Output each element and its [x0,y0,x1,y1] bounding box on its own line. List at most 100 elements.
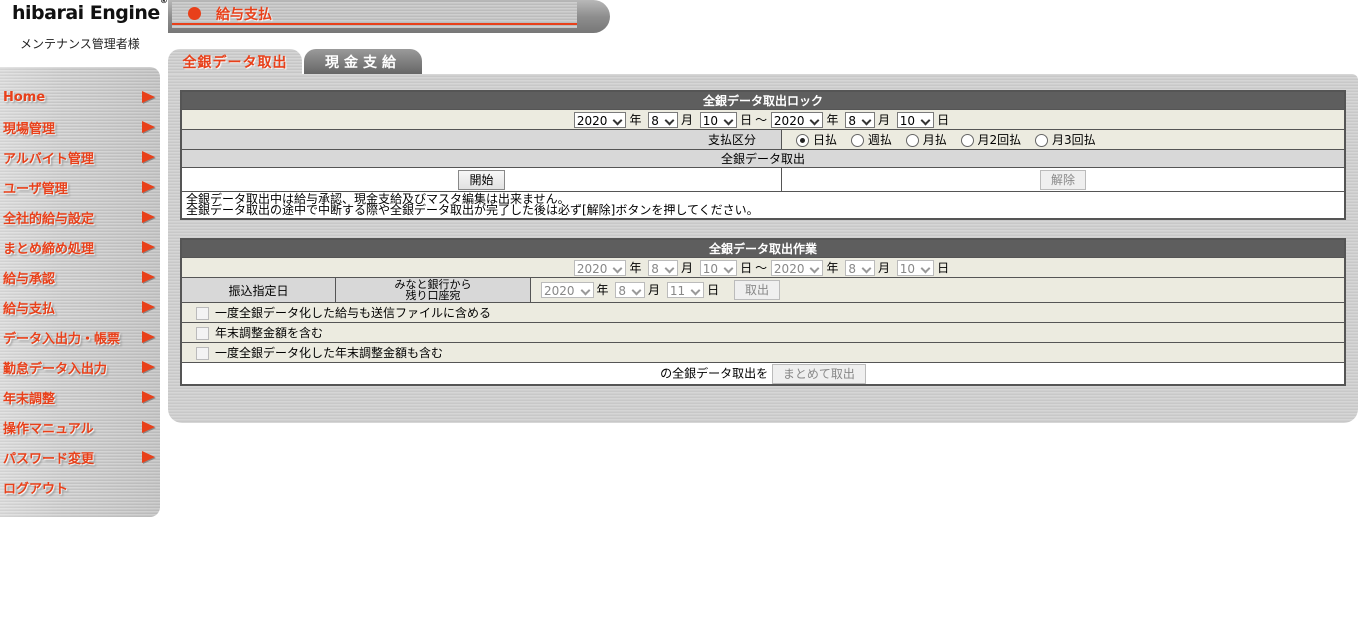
work-to-day-select[interactable]: 10 [896,260,935,277]
logo-text: hibarai [12,2,90,24]
sidebar-item-label: まとめ締め処理 [3,241,95,257]
arrow-right-icon [142,391,155,403]
tab-zengin-export[interactable]: 全銀データ取出 [168,49,302,74]
lock-to-day-select[interactable]: 10 [896,112,935,129]
lock-from-day-select[interactable]: 10 [699,112,738,129]
checkbox-label: 一度全銀データ化した給与も送信ファイルに含める [215,306,492,320]
sidebar-item-label: 給与承認 [3,271,56,287]
sidebar-item-users[interactable]: ユーザ管理 [3,176,158,198]
logo-e: E [89,2,103,24]
sidebar-item-label: パスワード変更 [3,451,95,467]
sidebar-item-home[interactable]: Home [3,86,158,108]
arrow-right-icon [142,151,155,163]
sidebar-item-password[interactable]: パスワード変更 [3,446,158,468]
unit-month: 月 [877,260,890,275]
radio-label: 月2回払 [977,133,1022,147]
radio-weekly[interactable] [850,134,864,147]
arrow-right-icon [142,181,155,193]
sidebar-item-attendance[interactable]: 勤怠データ入出力 [3,356,158,378]
tilde: ～ [755,112,768,127]
remain-day-select[interactable]: 11 [666,282,705,298]
lock-to-month-select[interactable]: 8 [845,112,875,129]
work-to-year-select[interactable]: 2020 [770,260,824,277]
work-to-month-select[interactable]: 8 [845,260,875,277]
remain-year-select[interactable]: 2020 [541,282,594,298]
unit-month: 月 [680,260,693,275]
bulk-row: の全銀データ取出を まとめて取出 [180,362,1346,386]
remain-month-select[interactable]: 8 [615,282,646,298]
payment-type-options: 日払 週払 月払 月2回払 月3回払 [781,129,1346,150]
radio-label: 週払 [867,133,892,147]
sidebar-item-label: ユーザ管理 [3,181,68,197]
sidebar-item-data-io[interactable]: データ入出力・帳票 [3,326,158,348]
radio-daily[interactable] [796,134,809,147]
minato-label: みなと銀行から 残り口座宛 [335,277,531,303]
work-from-day-select[interactable]: 10 [699,260,738,277]
arrow-right-icon [142,451,155,463]
lock-to-year-select[interactable]: 2020 [770,112,824,129]
lock-note: 全銀データ取出中は給与承認、現金支給及びマスタ編集は出来ません。 全銀データ取出… [180,191,1346,220]
work-date-range: 2020 年 8月 10 日～ 2020 年 8月 10 日 [180,257,1346,278]
user-label: メンテナンス管理者様 [20,37,140,51]
lock-from-year-select[interactable]: 2020 [573,112,627,129]
radio-monthly[interactable] [905,134,919,147]
radio-thrice-monthly[interactable] [1035,134,1048,147]
sidebar-item-label: 全社的給与設定 [3,211,95,227]
payment-type-label: 支払区分 [180,129,782,150]
include-year-end-checkbox[interactable] [196,327,209,340]
arrow-right-icon [142,361,155,373]
include-sent-checkbox[interactable] [196,307,209,320]
unit-day: 日 [740,260,753,275]
release-cell: 解除 [781,167,1346,192]
sidebar-item-year-end[interactable]: 年末調整 [3,386,158,408]
bulk-fetch-button[interactable]: まとめて取出 [771,363,866,384]
unit-day: 日 [937,260,950,275]
remain-date-cell: 2020 年 8月 11 日 取出 [530,277,1346,303]
include-sent-year-end-checkbox[interactable] [196,347,209,360]
page-title-bar: 給与支払 [168,0,610,33]
unit-year: 年 [596,282,609,297]
sidebar: Home 現場管理 アルバイト管理 ユーザ管理 全社的給与設定 まとめ締め処理 … [0,67,160,517]
start-button[interactable]: 開始 [458,169,505,190]
title-underline [172,23,577,25]
release-button[interactable]: 解除 [1039,169,1086,190]
work-from-month-select[interactable]: 8 [648,260,678,277]
sidebar-item-label: 操作マニュアル [3,421,94,437]
check-row-3: 一度全銀データ化した年末調整金額も含む [180,342,1346,363]
work-from-year-select[interactable]: 2020 [573,260,627,277]
checkbox-label: 年末調整金額を含む [215,326,324,340]
sidebar-item-logout[interactable]: ログアウト [3,476,158,498]
lock-table-header: 全銀データ取出ロック [180,90,1346,110]
lock-from-month-select[interactable]: 8 [648,112,678,129]
unit-day: 日 [740,112,753,127]
radio-twice-monthly[interactable] [960,134,974,147]
sidebar-item-closing[interactable]: まとめ締め処理 [3,236,158,258]
arrow-right-icon [142,241,155,253]
check-row-1: 一度全銀データ化した給与も送信ファイルに含める [180,302,1346,323]
unit-month: 月 [877,112,890,127]
sidebar-item-label: 年末調整 [3,391,56,407]
checkbox-label: 一度全銀データ化した年末調整金額も含む [215,346,444,360]
minato-label-line: 残り口座宛 [405,289,461,302]
lock-date-range: 2020 年 8月 10 日～ 2020 年 8月 10 日 [180,109,1346,130]
sidebar-item-site[interactable]: 現場管理 [3,116,158,138]
page-title: 給与支払 [216,7,272,23]
sidebar-item-salary-settings[interactable]: 全社的給与設定 [3,206,158,228]
fetch-button[interactable]: 取出 [734,280,781,300]
app-logo: hibarai Engine® [12,0,168,30]
sidebar-item-approval[interactable]: 給与承認 [3,266,158,288]
arrow-right-icon [142,91,155,103]
tilde: ～ [755,260,768,275]
sidebar-item-label: Home [3,89,46,105]
arrow-right-icon [142,421,155,433]
registered-mark: ® [159,0,168,5]
arrow-right-icon [142,331,155,343]
start-cell: 開始 [180,167,782,192]
arrow-right-icon [142,271,155,283]
sidebar-item-manual[interactable]: 操作マニュアル [3,416,158,438]
work-table: 全銀データ取出作業 2020 年 8月 10 日～ 2020 年 8月 10 日 振込指… [180,238,1346,386]
sidebar-item-parttime[interactable]: アルバイト管理 [3,146,158,168]
tab-cash-payment[interactable]: 現金支給 [304,49,422,74]
sidebar-item-payment[interactable]: 給与支払 [3,296,158,318]
note-line: 全銀データ取出の途中で中断する際や全銀データ取出が完了した後は必ず[解除]ボタン… [186,203,759,217]
